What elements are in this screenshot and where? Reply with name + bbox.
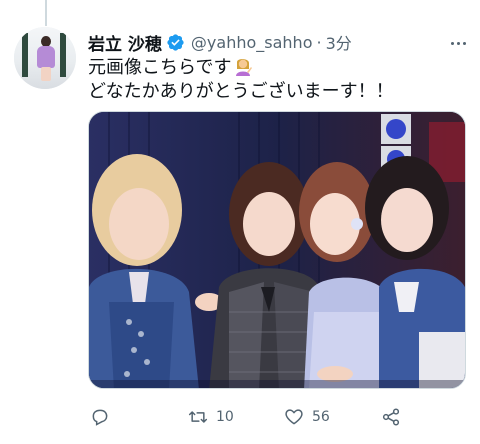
share-button[interactable]	[381, 402, 401, 432]
retweet-icon	[188, 411, 208, 423]
reply-button[interactable]	[90, 402, 110, 432]
separator-dot: ·	[316, 32, 322, 52]
like-count: 56	[312, 409, 330, 425]
tweet-actions: 10 56	[88, 402, 418, 432]
verified-badge-icon	[167, 33, 184, 51]
retweet-count: 10	[216, 409, 234, 425]
tweet-photo[interactable]	[88, 111, 466, 389]
avatar[interactable]	[14, 27, 76, 89]
heart-icon	[285, 409, 303, 425]
like-button[interactable]: 56	[284, 402, 330, 432]
tweet-text-line-2: どなたかありがとうございまーす！！	[88, 81, 394, 102]
group-photo-image	[89, 112, 465, 388]
tweet-header: 岩立 沙穂 @yahho_sahho · 3分	[88, 30, 352, 55]
more-options-icon[interactable]	[446, 33, 470, 53]
tweet-text: 元画像こちらです どなたかありがとうございまーす！！	[88, 56, 468, 104]
thread-line	[45, 0, 47, 26]
share-icon	[382, 408, 400, 426]
display-name[interactable]: 岩立 沙穂	[88, 30, 162, 55]
person-tipping-hand-emoji	[236, 59, 253, 76]
retweet-button[interactable]: 10	[188, 402, 234, 432]
tweet-text-line-1: 元画像こちらです	[88, 56, 468, 80]
user-handle[interactable]: @yahho_sahho	[191, 33, 313, 52]
timestamp[interactable]: 3分	[326, 30, 352, 54]
reply-icon	[92, 409, 108, 426]
